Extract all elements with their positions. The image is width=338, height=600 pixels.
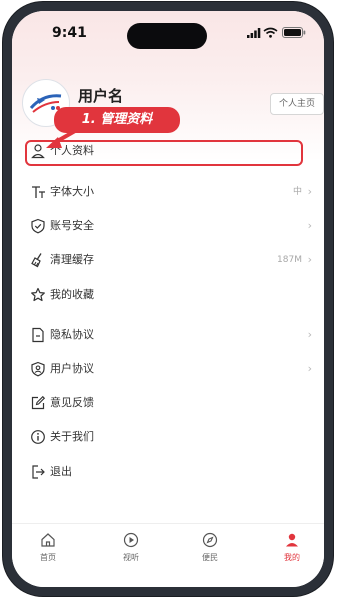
chevron-right-icon: ›: [307, 362, 312, 375]
menu-item-label: 关于我们: [50, 430, 94, 443]
tab-audiovisual[interactable]: 视听: [101, 532, 161, 563]
star-icon: [31, 287, 45, 302]
tab-convenience[interactable]: 便民: [180, 532, 240, 563]
personal-homepage-button[interactable]: 个人主页: [270, 93, 324, 115]
chevron-right-icon: ›: [307, 219, 312, 232]
broom-icon: [31, 253, 42, 268]
wifi-icon: [263, 27, 278, 38]
menu-item-account-security[interactable]: 账号安全 ›: [12, 209, 324, 243]
person-icon: [286, 533, 298, 547]
battery-icon: [282, 27, 306, 38]
menu-item-feedback[interactable]: 意见反馈: [12, 386, 324, 420]
menu-item-label: 清理缓存: [50, 253, 94, 266]
menu-item-font-size[interactable]: 字体大小 中 ›: [12, 175, 324, 209]
status-bar: 9:41: [12, 23, 324, 49]
edit-icon: [31, 395, 46, 410]
phone-screen: 9:41 用户名 个人主页 个人资料 字体大小 中 › 账号安全 › 清理缓存 …: [12, 11, 324, 587]
username: 用户名: [78, 87, 124, 105]
info-icon: [31, 430, 45, 444]
menu-item-label: 用户协议: [50, 362, 94, 375]
chevron-right-icon: ›: [307, 328, 312, 341]
menu-item-logout[interactable]: 退出: [12, 455, 324, 489]
menu-item-about-us[interactable]: 关于我们: [12, 420, 324, 454]
cache-size-value: 187M: [277, 255, 302, 265]
chevron-right-icon: ›: [307, 253, 312, 266]
chevron-right-icon: ›: [307, 185, 312, 198]
logout-icon: [32, 465, 45, 479]
menu-item-label: 隐私协议: [50, 328, 94, 341]
tab-label: 视听: [123, 553, 139, 562]
menu-item-label: 意见反馈: [50, 396, 94, 409]
menu-item-clear-cache[interactable]: 清理缓存 187M ›: [12, 243, 324, 277]
menu-item-label: 账号安全: [50, 219, 94, 232]
menu-item-favorites[interactable]: 我的收藏: [12, 278, 324, 312]
shield-person-icon: [31, 361, 45, 377]
status-time: 9:41: [52, 25, 87, 41]
signal-icon: [247, 28, 261, 38]
compass-icon: [202, 532, 218, 548]
menu-item-privacy-policy[interactable]: 隐私协议 ›: [12, 318, 324, 352]
tab-label: 首页: [40, 553, 56, 562]
menu-item-label: 字体大小: [50, 185, 94, 198]
annotation-callout: 1. 管理资料: [54, 107, 180, 133]
phone-frame: 9:41 用户名 个人主页 个人资料 字体大小 中 › 账号安全 › 清理缓存 …: [3, 2, 333, 596]
tab-bar: 首页 视听 便民 我的: [12, 523, 324, 587]
menu-item-label: 退出: [50, 465, 72, 478]
dynamic-island: [127, 23, 207, 49]
text-size-icon: [32, 186, 45, 198]
tab-home[interactable]: 首页: [18, 532, 78, 563]
menu-item-label: 我的收藏: [50, 288, 94, 301]
tab-mine[interactable]: 我的: [262, 532, 322, 563]
tab-label: 我的: [284, 553, 300, 562]
menu-item-user-agreement[interactable]: 用户协议 ›: [12, 352, 324, 386]
shield-check-icon: [31, 218, 45, 234]
document-icon: [32, 327, 44, 343]
font-size-value: 中: [292, 187, 302, 197]
tab-label: 便民: [202, 553, 218, 562]
home-icon: [41, 533, 55, 547]
play-icon: [123, 532, 139, 548]
